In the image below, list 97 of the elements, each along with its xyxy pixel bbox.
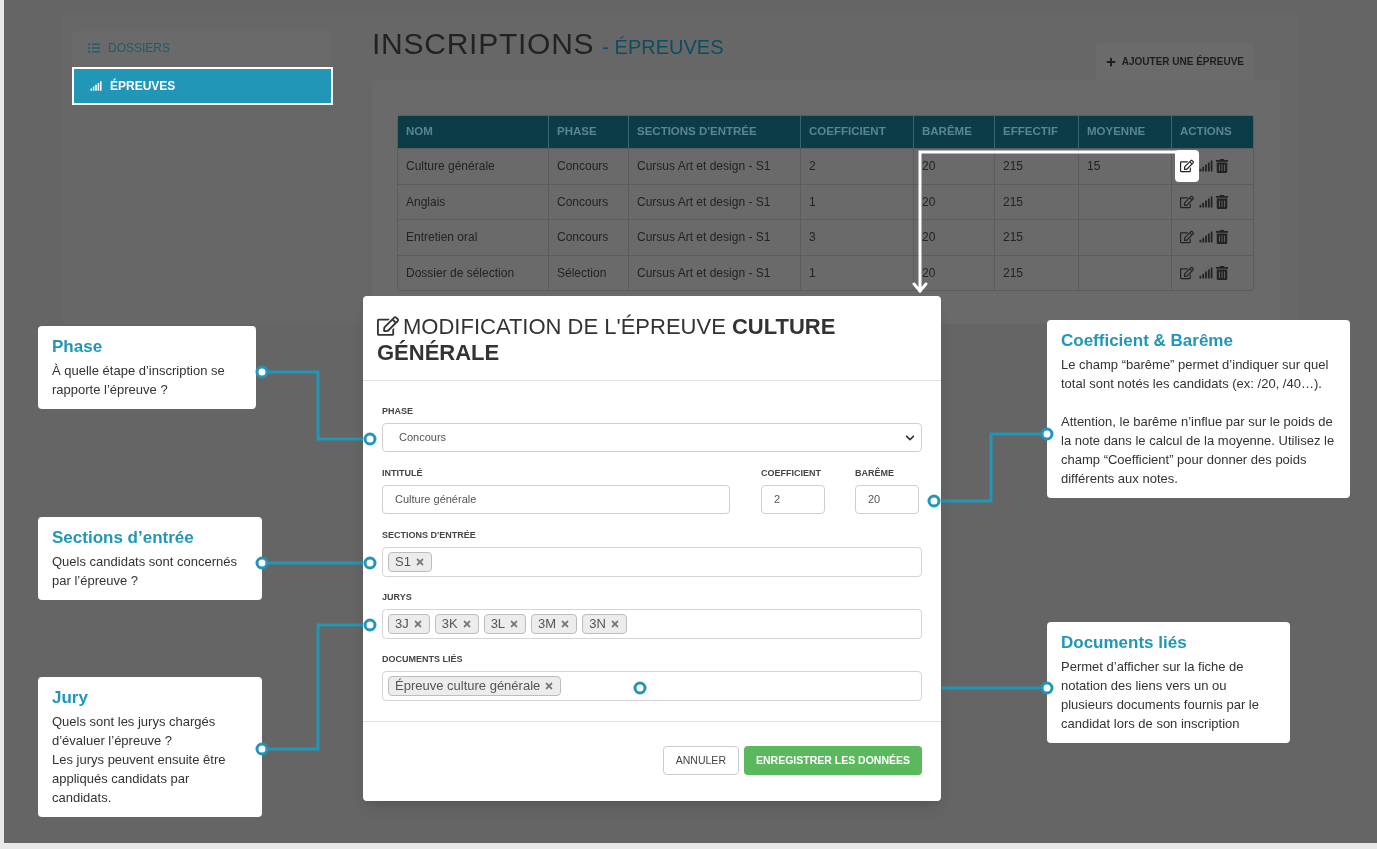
callout-title: Sections d’entrée — [52, 527, 195, 549]
table-cell-text: Cursus Art et design - S1 — [637, 229, 771, 247]
table-cell-text: 3 — [809, 229, 816, 247]
tag-chip: 3N — [582, 614, 627, 634]
list-icon — [88, 42, 100, 54]
table-cell-text: 215 — [1003, 158, 1024, 176]
remove-icon[interactable] — [461, 619, 472, 629]
table-cell-text: Anglais — [406, 193, 446, 211]
callout-text: Attention, le barême n’influe par sur le poids de la note dans le calcul de la moyenne. Utilisez le champ “Coefficient” pour donner des poids différents aux notes. — [1061, 413, 1336, 488]
callout-title: Phase — [52, 336, 104, 358]
chevron-down-icon — [905, 432, 915, 443]
phase-select[interactable]: Concours — [382, 423, 922, 452]
tag-chip: Épreuve culture générale — [388, 676, 562, 696]
table-cell-text: Concours — [557, 193, 609, 211]
coefficient-input[interactable]: 2 — [761, 485, 825, 514]
remove-icon[interactable] — [509, 619, 520, 629]
table-cell-text: 20 — [922, 158, 936, 176]
edit-icon — [1180, 230, 1194, 245]
callout-text: À quelle étape d’inscription se rapporte l’épreuve ? — [52, 362, 226, 399]
table-cell-text: Cursus Art et design - S1 — [637, 158, 771, 176]
page-title: INSCRIPTIONS — [372, 26, 595, 62]
column-header: EFFECTIF — [995, 116, 1079, 148]
table-cell-text: Sélection — [557, 264, 607, 282]
tag-chip: 3K — [434, 614, 479, 634]
edit-icon — [377, 315, 399, 338]
table-cell-text: Concours — [557, 229, 609, 247]
column-header: MOYENNE — [1079, 116, 1172, 148]
tag-chip: 3J — [388, 614, 430, 634]
column-header: NOM — [398, 116, 549, 148]
table-cell-text: 215 — [1003, 193, 1024, 211]
table-cell-text: Dossier de sélection — [406, 264, 515, 282]
callout-title: Documents liés — [1061, 632, 1188, 654]
bar-chart-icon[interactable] — [1199, 194, 1213, 209]
table-cell-text: Entretien oral — [406, 229, 478, 247]
plus-icon — [1105, 56, 1116, 67]
tag-input-field[interactable]: Épreuve culture générale — [382, 671, 922, 701]
field-label: DOCUMENTS LIÉS — [382, 653, 464, 665]
dialog-title: MODIFICATION DE L'ÉPREUVE CULTURE GÉNÉRALE — [377, 314, 837, 366]
edit-icon-button[interactable] — [1175, 150, 1199, 183]
tag-input-field[interactable]: S1 — [382, 547, 922, 577]
table-cell-text: Cursus Art et design - S1 — [637, 264, 771, 282]
bar-chart-icon[interactable] — [1199, 265, 1213, 280]
field-label: JURYS — [382, 591, 413, 603]
edit-icon — [1180, 194, 1194, 209]
callout-text: Le champ “barême” permet d’indiquer sur quel total sont notés les candidats (ex: /20, /40…). — [1061, 356, 1330, 393]
edit-icon — [1180, 265, 1194, 280]
table-cell-text: 15 — [1087, 158, 1101, 176]
table-cell-text: 20 — [922, 229, 936, 247]
tag-chip: 3M — [531, 614, 578, 634]
tag-chip: S1 — [388, 552, 432, 572]
column-header: ACTIONS — [1179, 124, 1233, 140]
table-cell-text: 2 — [809, 158, 816, 176]
remove-icon[interactable] — [544, 681, 555, 691]
remove-icon[interactable] — [560, 619, 571, 629]
field-label: INTITULÉ — [382, 467, 424, 479]
title-input[interactable]: Culture générale — [382, 485, 730, 514]
column-header: PHASE — [549, 116, 629, 148]
edit-icon — [1180, 159, 1194, 174]
field-label: SECTIONS D'ENTRÉE — [382, 529, 477, 541]
trash-icon[interactable] — [1215, 194, 1229, 209]
table-cell-text: 215 — [1003, 264, 1024, 282]
table-cell-text: 1 — [809, 193, 816, 211]
bar-chart-icon[interactable] — [1199, 159, 1213, 174]
column-header: BARÊME — [914, 116, 995, 148]
tag-chip: 3L — [483, 614, 527, 634]
field-label: COEFFICIENT — [761, 467, 822, 479]
field-label: PHASE — [382, 405, 414, 417]
table-cell-text: 1 — [809, 264, 816, 282]
cancel-button[interactable]: ANNULER — [662, 746, 739, 775]
remove-icon[interactable] — [412, 619, 423, 629]
bar-chart-icon[interactable] — [1199, 230, 1213, 245]
column-header: COEFFICIENT — [801, 116, 914, 148]
table-cell-text: 215 — [1003, 229, 1024, 247]
scale-input[interactable]: 20 — [855, 485, 919, 514]
callout-title: Coefficient & Barême — [1061, 330, 1234, 352]
connector-dot — [633, 681, 647, 695]
column-header: SECTIONS D'ENTRÉE — [629, 116, 801, 148]
tag-input-field[interactable]: 3J 3K 3L 3M 3N — [382, 609, 922, 639]
remove-icon[interactable] — [609, 619, 620, 629]
table-cell-text: Cursus Art et design - S1 — [637, 193, 771, 211]
callout-text: Permet d’afficher sur la fiche de notation des liens vers un ou plusieurs documents fournis par le candidat lors de son inscription — [1061, 658, 1260, 733]
page-subtitle: - ÉPREUVES — [602, 35, 724, 60]
remove-icon[interactable] — [414, 557, 425, 567]
callout-title: Jury — [52, 687, 89, 709]
bar-chart-icon — [90, 80, 102, 92]
field-label: BARÊME — [855, 467, 895, 479]
table-cell-text: Concours — [557, 158, 609, 176]
table-cell-text: 20 — [922, 193, 936, 211]
trash-icon[interactable] — [1215, 159, 1229, 174]
table-cell-text: Culture générale — [406, 158, 495, 176]
trash-icon[interactable] — [1215, 265, 1229, 280]
table-cell-text: 20 — [922, 264, 936, 282]
callout-text: Quels candidats sont concernés par l’épreuve ? — [52, 553, 238, 590]
callout-text: Les jurys peuvent ensuite être appliqués candidats par candidats. — [52, 751, 227, 807]
trash-icon[interactable] — [1215, 230, 1229, 245]
callout-text: Quels sont les jurys chargés d’évaluer l’épreuve ? — [52, 713, 217, 750]
sidebar-item[interactable]: ÉPREUVES — [72, 67, 333, 105]
